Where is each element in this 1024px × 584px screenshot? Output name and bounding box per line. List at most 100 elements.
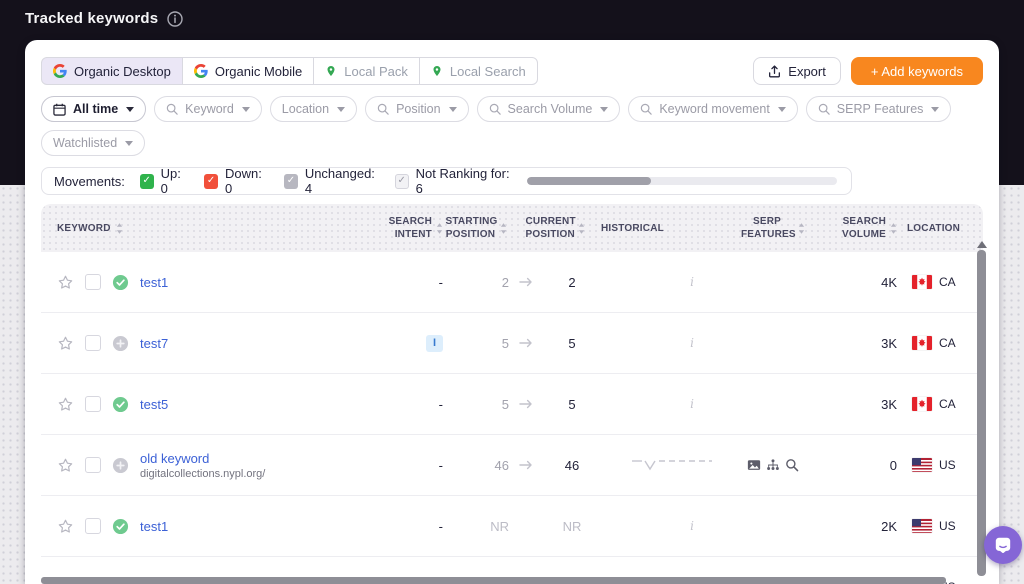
- column-header-starting-position[interactable]: Starting Position: [443, 215, 509, 241]
- star-icon[interactable]: [57, 518, 74, 535]
- table-row: test5 - 5 5 i 3K CA: [41, 374, 983, 435]
- tab-label: Local Pack: [344, 64, 408, 79]
- calendar-icon: [53, 103, 66, 116]
- search-volume-value: 4K: [881, 275, 897, 290]
- export-label: Export: [788, 64, 826, 79]
- movements-not-ranking-label: Not Ranking for: 6: [416, 166, 513, 196]
- chevron-down-icon: [600, 107, 608, 112]
- tab-organic-desktop[interactable]: Organic Desktop: [41, 57, 183, 85]
- movements-down-checkbox[interactable]: ✓ Down: 0: [204, 166, 269, 196]
- keyword-link[interactable]: test7: [140, 336, 168, 351]
- checkbox-checked-red[interactable]: ✓: [204, 174, 218, 189]
- search-icon: [377, 103, 389, 115]
- column-label: Current Position: [526, 215, 574, 241]
- column-label: Historical: [601, 222, 664, 235]
- add-keywords-label: + Add keywords: [871, 64, 963, 79]
- chevron-down-icon: [931, 107, 939, 112]
- sort-icon[interactable]: [798, 223, 805, 234]
- status-check-icon: [112, 274, 129, 291]
- checkbox-checked-green[interactable]: ✓: [140, 174, 154, 189]
- column-header-search-volume[interactable]: Search Volume: [819, 215, 897, 241]
- location-filter[interactable]: Location: [270, 96, 357, 122]
- serp-features-filter[interactable]: SERP Features: [806, 96, 952, 122]
- keyword-link[interactable]: test5: [140, 397, 168, 412]
- keyword-filter[interactable]: Keyword: [154, 96, 262, 122]
- keyword-link[interactable]: test1: [140, 519, 168, 534]
- tab-organic-mobile[interactable]: Organic Mobile: [182, 57, 314, 85]
- column-label: SERP Features: [741, 215, 793, 241]
- row-checkbox[interactable]: [85, 274, 101, 290]
- sitelinks-icon[interactable]: [766, 458, 780, 472]
- status-plus-icon: [112, 457, 129, 474]
- star-icon[interactable]: [57, 457, 74, 474]
- table-row: test7 I 5 5 i 3K CA: [41, 313, 983, 374]
- vertical-scrollbar[interactable]: [976, 239, 987, 584]
- column-label: Search Volume: [842, 215, 886, 241]
- time-filter-label: All time: [73, 102, 118, 116]
- country-code: CA: [939, 397, 956, 411]
- current-position-value: 46: [565, 458, 579, 473]
- search-icon: [166, 103, 178, 115]
- row-checkbox[interactable]: [85, 335, 101, 351]
- table-row: old keyword digitalcollections.nypl.org/…: [41, 435, 983, 496]
- search-volume-filter[interactable]: Search Volume: [477, 96, 621, 122]
- info-icon[interactable]: [167, 11, 183, 27]
- sort-icon[interactable]: [500, 223, 507, 234]
- row-checkbox[interactable]: [85, 396, 101, 412]
- search-feature-icon[interactable]: [785, 458, 799, 472]
- star-icon[interactable]: [57, 396, 74, 413]
- sort-icon[interactable]: [436, 223, 443, 234]
- watchlisted-filter-label: Watchlisted: [53, 136, 117, 150]
- keyword-url: digitalcollections.nypl.org/: [140, 468, 265, 480]
- arrow-right-icon: [519, 460, 533, 470]
- column-header-location: Location: [897, 222, 983, 235]
- sort-icon[interactable]: [116, 223, 123, 234]
- tab-local-search[interactable]: Local Search: [419, 57, 538, 85]
- keyword-movement-filter[interactable]: Keyword movement: [628, 96, 797, 122]
- sort-icon[interactable]: [890, 223, 897, 234]
- position-filter[interactable]: Position: [365, 96, 468, 122]
- us-flag-icon: [912, 519, 932, 533]
- horizontal-scrollbar-thumb[interactable]: [41, 577, 946, 584]
- position-filter-label: Position: [396, 102, 440, 116]
- current-position-value: NR: [563, 519, 582, 534]
- star-icon[interactable]: [57, 274, 74, 291]
- scroll-up-arrow[interactable]: [977, 241, 987, 248]
- image-pack-icon[interactable]: [747, 458, 761, 472]
- column-header-keyword[interactable]: Keyword: [41, 222, 379, 235]
- vertical-scrollbar-thumb[interactable]: [977, 250, 986, 576]
- tab-local-pack[interactable]: Local Pack: [313, 57, 420, 85]
- movements-not-ranking-checkbox[interactable]: ✓ Not Ranking for: 6: [395, 166, 513, 196]
- add-keywords-button[interactable]: + Add keywords: [851, 57, 983, 85]
- column-header-serp-features[interactable]: SERP Features: [727, 215, 819, 241]
- checkbox-checked-light[interactable]: ✓: [395, 174, 409, 189]
- google-icon: [194, 64, 208, 78]
- historical-sparkline: [630, 457, 714, 473]
- horizontal-scrollbar[interactable]: [41, 577, 971, 584]
- tracked-keywords-card: Organic Desktop Organic Mobile Local Pac…: [25, 40, 999, 584]
- canada-flag-icon: [912, 336, 932, 350]
- star-icon[interactable]: [57, 335, 74, 352]
- keyword-link[interactable]: test1: [140, 275, 168, 290]
- time-filter[interactable]: All time: [41, 96, 146, 122]
- export-button[interactable]: Export: [753, 57, 841, 85]
- chat-widget-button[interactable]: [984, 526, 1022, 564]
- export-icon: [768, 65, 781, 78]
- movements-unchanged-checkbox[interactable]: ✓ Unchanged: 4: [284, 166, 380, 196]
- keyword-link[interactable]: old keyword: [140, 451, 265, 466]
- row-checkbox[interactable]: [85, 457, 101, 473]
- starting-position-value: 2: [502, 275, 509, 290]
- keyword-filter-label: Keyword: [185, 102, 234, 116]
- historical-placeholder: i: [690, 397, 694, 411]
- tab-label: Local Search: [450, 64, 526, 79]
- location-filter-label: Location: [282, 102, 329, 116]
- movements-up-checkbox[interactable]: ✓ Up: 0: [140, 166, 189, 196]
- watchlisted-filter[interactable]: Watchlisted: [41, 130, 145, 156]
- serp-features-filter-label: SERP Features: [837, 102, 924, 116]
- column-header-current-position[interactable]: Current Position: [509, 215, 601, 241]
- column-header-search-intent[interactable]: Search Intent: [379, 215, 443, 241]
- movements-unchanged-label: Unchanged: 4: [305, 166, 380, 196]
- sort-icon[interactable]: [578, 223, 585, 234]
- checkbox-checked-gray[interactable]: ✓: [284, 174, 298, 189]
- row-checkbox[interactable]: [85, 518, 101, 534]
